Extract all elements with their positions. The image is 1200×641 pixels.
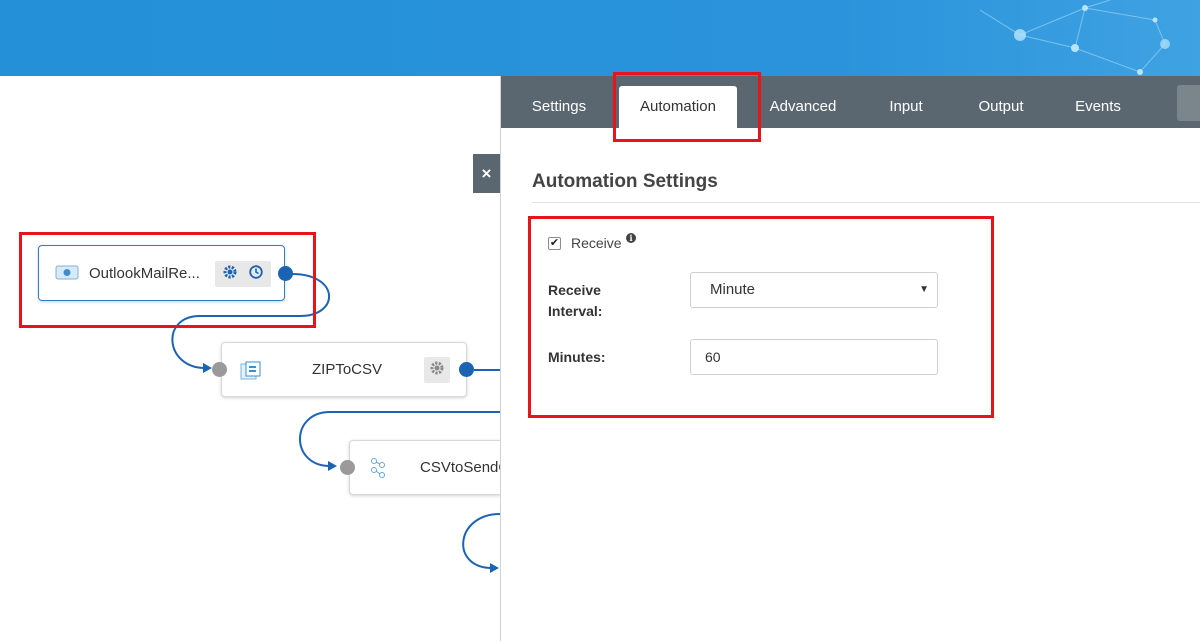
panel-tab-bar: Settings Automation Advanced Input Outpu… bbox=[501, 76, 1200, 128]
divider bbox=[532, 202, 1200, 203]
network-graphic bbox=[980, 0, 1170, 75]
tab-advanced[interactable]: Advanced bbox=[759, 76, 847, 128]
tab-settings[interactable]: Settings bbox=[521, 76, 597, 128]
flow-node-csv-to-send[interactable]: CSVtoSendC bbox=[349, 440, 501, 495]
zip-csv-icon bbox=[240, 361, 262, 381]
node-settings-button[interactable] bbox=[424, 357, 450, 383]
input-port[interactable] bbox=[340, 460, 355, 475]
flow-canvas[interactable]: OutlookMailRe... ZIPToCSV CSVtoSendC bbox=[0, 76, 501, 641]
close-icon: × bbox=[481, 163, 492, 183]
highlight-box-node bbox=[19, 232, 316, 328]
gear-icon bbox=[430, 361, 444, 380]
app-header bbox=[0, 0, 1200, 76]
node-label: ZIPToCSV bbox=[312, 361, 383, 378]
tab-input[interactable]: Input bbox=[877, 76, 935, 128]
section-title: Automation Settings bbox=[532, 171, 718, 192]
close-panel-button[interactable]: × bbox=[473, 154, 500, 193]
input-port[interactable] bbox=[212, 362, 227, 377]
tab-output[interactable]: Output bbox=[967, 76, 1035, 128]
node-label: CSVtoSendC bbox=[420, 459, 501, 476]
csv-send-icon bbox=[370, 457, 392, 478]
output-port[interactable] bbox=[459, 362, 474, 377]
highlight-box-form bbox=[528, 216, 994, 418]
tab-events[interactable]: Events bbox=[1067, 76, 1129, 128]
flow-node-zip-to-csv[interactable]: ZIPToCSV bbox=[221, 342, 467, 397]
highlight-box-tab bbox=[613, 72, 761, 142]
panel-action-button[interactable] bbox=[1177, 85, 1200, 121]
